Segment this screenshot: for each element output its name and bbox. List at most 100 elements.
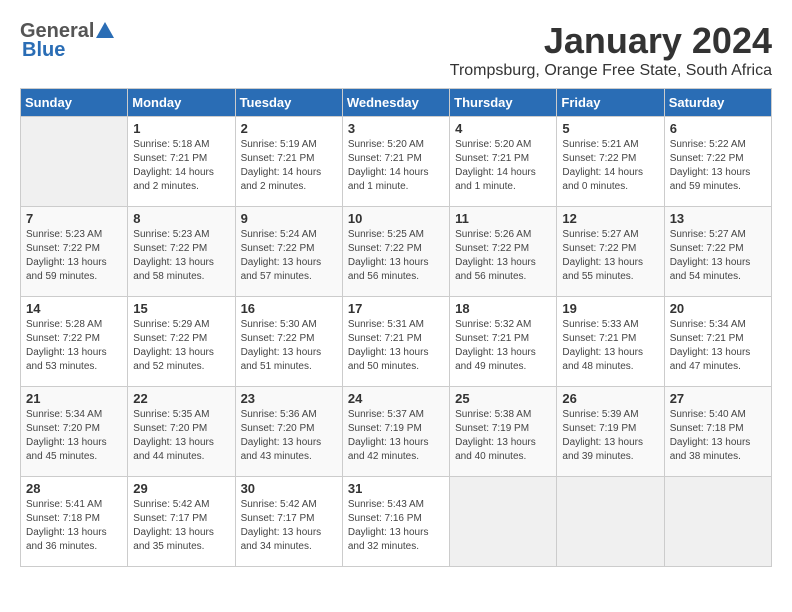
daylight-text: Daylight: 13 hours and 40 minutes. bbox=[455, 437, 536, 462]
daylight-text: Daylight: 14 hours and 1 minute. bbox=[348, 167, 429, 192]
logo-triangle-icon bbox=[96, 22, 114, 38]
cell-content: Sunrise: 5:27 AMSunset: 7:22 PMDaylight:… bbox=[670, 228, 766, 284]
sunset-text: Sunset: 7:18 PM bbox=[26, 513, 100, 524]
sunset-text: Sunset: 7:17 PM bbox=[133, 513, 207, 524]
cell-content: Sunrise: 5:31 AMSunset: 7:21 PMDaylight:… bbox=[348, 318, 444, 374]
sunset-text: Sunset: 7:21 PM bbox=[348, 153, 422, 164]
day-number: 26 bbox=[562, 391, 658, 406]
sunrise-text: Sunrise: 5:20 AM bbox=[348, 139, 424, 150]
cell-content: Sunrise: 5:29 AMSunset: 7:22 PMDaylight:… bbox=[133, 318, 229, 374]
sunset-text: Sunset: 7:16 PM bbox=[348, 513, 422, 524]
cell-content: Sunrise: 5:33 AMSunset: 7:21 PMDaylight:… bbox=[562, 318, 658, 374]
sunset-text: Sunset: 7:21 PM bbox=[670, 333, 744, 344]
week-row-2: 7Sunrise: 5:23 AMSunset: 7:22 PMDaylight… bbox=[21, 207, 772, 297]
cell-0-3: 3Sunrise: 5:20 AMSunset: 7:21 PMDaylight… bbox=[342, 117, 449, 207]
daylight-text: Daylight: 13 hours and 43 minutes. bbox=[241, 437, 322, 462]
sunrise-text: Sunrise: 5:34 AM bbox=[670, 319, 746, 330]
cell-content: Sunrise: 5:21 AMSunset: 7:22 PMDaylight:… bbox=[562, 138, 658, 194]
cell-1-6: 13 Sunrise: 5:27 AMSunset: 7:22 PMDayligh… bbox=[664, 207, 771, 297]
sunrise-text: Sunrise: 5:36 AM bbox=[241, 409, 317, 420]
cell-content: Sunrise: 5:27 AMSunset: 7:22 PMDaylight:… bbox=[562, 228, 658, 284]
sunrise-text: Sunrise: 5:32 AM bbox=[455, 319, 531, 330]
month-title: January 2024 bbox=[450, 20, 772, 62]
daylight-text: Daylight: 13 hours and 56 minutes. bbox=[348, 257, 429, 282]
cell-3-6: 27Sunrise: 5:40 AMSunset: 7:18 PMDayligh… bbox=[664, 387, 771, 477]
cell-content: Sunrise: 5:39 AMSunset: 7:19 PMDaylight:… bbox=[562, 408, 658, 464]
cell-4-1: 29Sunrise: 5:42 AMSunset: 7:17 PMDayligh… bbox=[128, 477, 235, 567]
sunrise-text: Sunrise: 5:20 AM bbox=[455, 139, 531, 150]
sunrise-text: Sunrise: 5:29 AM bbox=[133, 319, 209, 330]
day-number: 19 bbox=[562, 301, 658, 316]
header-row: Sunday Monday Tuesday Wednesday Thursday… bbox=[21, 89, 772, 117]
cell-content: Sunrise: 5:20 AMSunset: 7:21 PMDaylight:… bbox=[455, 138, 551, 194]
day-number: 18 bbox=[455, 301, 551, 316]
cell-content: Sunrise: 5:23 AMSunset: 7:22 PMDaylight:… bbox=[26, 228, 122, 284]
daylight-text: Daylight: 13 hours and 50 minutes. bbox=[348, 347, 429, 372]
sunrise-text: Sunrise: 5:21 AM bbox=[562, 139, 638, 150]
cell-4-0: 28 Sunrise: 5:41 AMSunset: 7:18 PMDayligh… bbox=[21, 477, 128, 567]
cell-3-2: 23Sunrise: 5:36 AMSunset: 7:20 PMDayligh… bbox=[235, 387, 342, 477]
sunrise-text: Sunrise: 5:25 AM bbox=[348, 229, 424, 240]
day-number: 4 bbox=[455, 121, 551, 136]
cell-content: Sunrise: 5:20 AM Sunset: 7:21 PM Daylight:… bbox=[348, 138, 444, 194]
day-number: 10 bbox=[348, 211, 444, 226]
cell-content: Sunrise: 5:43 AMSunset: 7:16 PMDaylight:… bbox=[348, 498, 444, 554]
cell-content: Sunrise: 5:42 AMSunset: 7:17 PMDaylight:… bbox=[133, 498, 229, 554]
cell-content: Sunrise: 5:41 AMSunset: 7:18 PMDaylight:… bbox=[26, 498, 122, 554]
week-row-3: 14Sunrise: 5:28 AMSunset: 7:22 PMDayligh… bbox=[21, 297, 772, 387]
day-number: 2 bbox=[241, 121, 337, 136]
day-number: 12 bbox=[562, 211, 658, 226]
cell-2-0: 14Sunrise: 5:28 AMSunset: 7:22 PMDayligh… bbox=[21, 297, 128, 387]
week-row-1: 1Sunrise: 5:18 AMSunset: 7:21 PMDaylight… bbox=[21, 117, 772, 207]
col-monday: Monday bbox=[128, 89, 235, 117]
sunrise-text: Sunrise: 5:35 AM bbox=[133, 409, 209, 420]
sunset-text: Sunset: 7:21 PM bbox=[562, 333, 636, 344]
sunrise-text: Sunrise: 5:26 AM bbox=[455, 229, 531, 240]
cell-4-4 bbox=[450, 477, 557, 567]
cell-content: Sunrise: 5:19 AMSunset: 7:21 PMDaylight:… bbox=[241, 138, 337, 194]
cell-content: Sunrise: 5:34 AMSunset: 7:21 PMDaylight:… bbox=[670, 318, 766, 374]
daylight-text: Daylight: 13 hours and 55 minutes. bbox=[562, 257, 643, 282]
cell-3-1: 22Sunrise: 5:35 AMSunset: 7:20 PMDayligh… bbox=[128, 387, 235, 477]
daylight-text: Daylight: 13 hours and 44 minutes. bbox=[133, 437, 214, 462]
day-number: 21 bbox=[26, 391, 122, 406]
daylight-text: Daylight: 13 hours and 54 minutes. bbox=[670, 257, 751, 282]
week-row-4: 21 Sunrise: 5:34 AM Sunset: 7:20 PM Dayligh… bbox=[21, 387, 772, 477]
cell-3-0: 21 Sunrise: 5:34 AM Sunset: 7:20 PM Dayligh… bbox=[21, 387, 128, 477]
sunset-text: Sunset: 7:20 PM bbox=[26, 423, 100, 434]
cell-content: Sunrise: 5:23 AMSunset: 7:22 PMDaylight:… bbox=[133, 228, 229, 284]
cell-content: Sunrise: 5:40 AMSunset: 7:18 PMDaylight:… bbox=[670, 408, 766, 464]
sunset-text: Sunset: 7:21 PM bbox=[133, 153, 207, 164]
cell-content: Sunrise: 5:25 AMSunset: 7:22 PMDaylight:… bbox=[348, 228, 444, 284]
day-number: 28 bbox=[26, 481, 122, 496]
sunrise-text: Sunrise: 5:42 AM bbox=[133, 499, 209, 510]
sunset-text: Sunset: 7:17 PM bbox=[241, 513, 315, 524]
cell-content: Sunrise: 5:18 AMSunset: 7:21 PMDaylight:… bbox=[133, 138, 229, 194]
daylight-text: Daylight: 14 hours and 2 minutes. bbox=[241, 167, 322, 192]
cell-0-0 bbox=[21, 117, 128, 207]
sunset-text: Sunset: 7:22 PM bbox=[670, 243, 744, 254]
day-number: 22 bbox=[133, 391, 229, 406]
daylight-text: Daylight: 13 hours and 45 minutes. bbox=[26, 437, 107, 462]
sunrise-text: Sunrise: 5:18 AM bbox=[133, 139, 209, 150]
sunrise-text: Sunrise: 5:23 AM bbox=[133, 229, 209, 240]
cell-4-5 bbox=[557, 477, 664, 567]
day-number: 25 bbox=[455, 391, 551, 406]
day-number: 17 bbox=[348, 301, 444, 316]
col-saturday: Saturday bbox=[664, 89, 771, 117]
day-number: 13 bbox=[670, 211, 766, 226]
cell-content: Sunrise: 5:38 AMSunset: 7:19 PMDaylight:… bbox=[455, 408, 551, 464]
cell-2-4: 18Sunrise: 5:32 AMSunset: 7:21 PMDayligh… bbox=[450, 297, 557, 387]
logo-blue-text: Blue bbox=[20, 39, 65, 62]
cell-2-3: 17 Sunrise: 5:31 AMSunset: 7:21 PMDayligh… bbox=[342, 297, 449, 387]
sunrise-text: Sunrise: 5:34 AM bbox=[26, 409, 102, 420]
sunrise-text: Sunrise: 5:33 AM bbox=[562, 319, 638, 330]
sunset-text: Sunset: 7:22 PM bbox=[670, 153, 744, 164]
daylight-text: Daylight: 13 hours and 34 minutes. bbox=[241, 527, 322, 552]
daylight-text: Daylight: 13 hours and 39 minutes. bbox=[562, 437, 643, 462]
cell-2-1: 15Sunrise: 5:29 AMSunset: 7:22 PMDayligh… bbox=[128, 297, 235, 387]
day-number: 16 bbox=[241, 301, 337, 316]
sunset-text: Sunset: 7:21 PM bbox=[241, 153, 315, 164]
daylight-text: Daylight: 13 hours and 58 minutes. bbox=[133, 257, 214, 282]
cell-1-4: 11Sunrise: 5:26 AMSunset: 7:22 PMDayligh… bbox=[450, 207, 557, 297]
